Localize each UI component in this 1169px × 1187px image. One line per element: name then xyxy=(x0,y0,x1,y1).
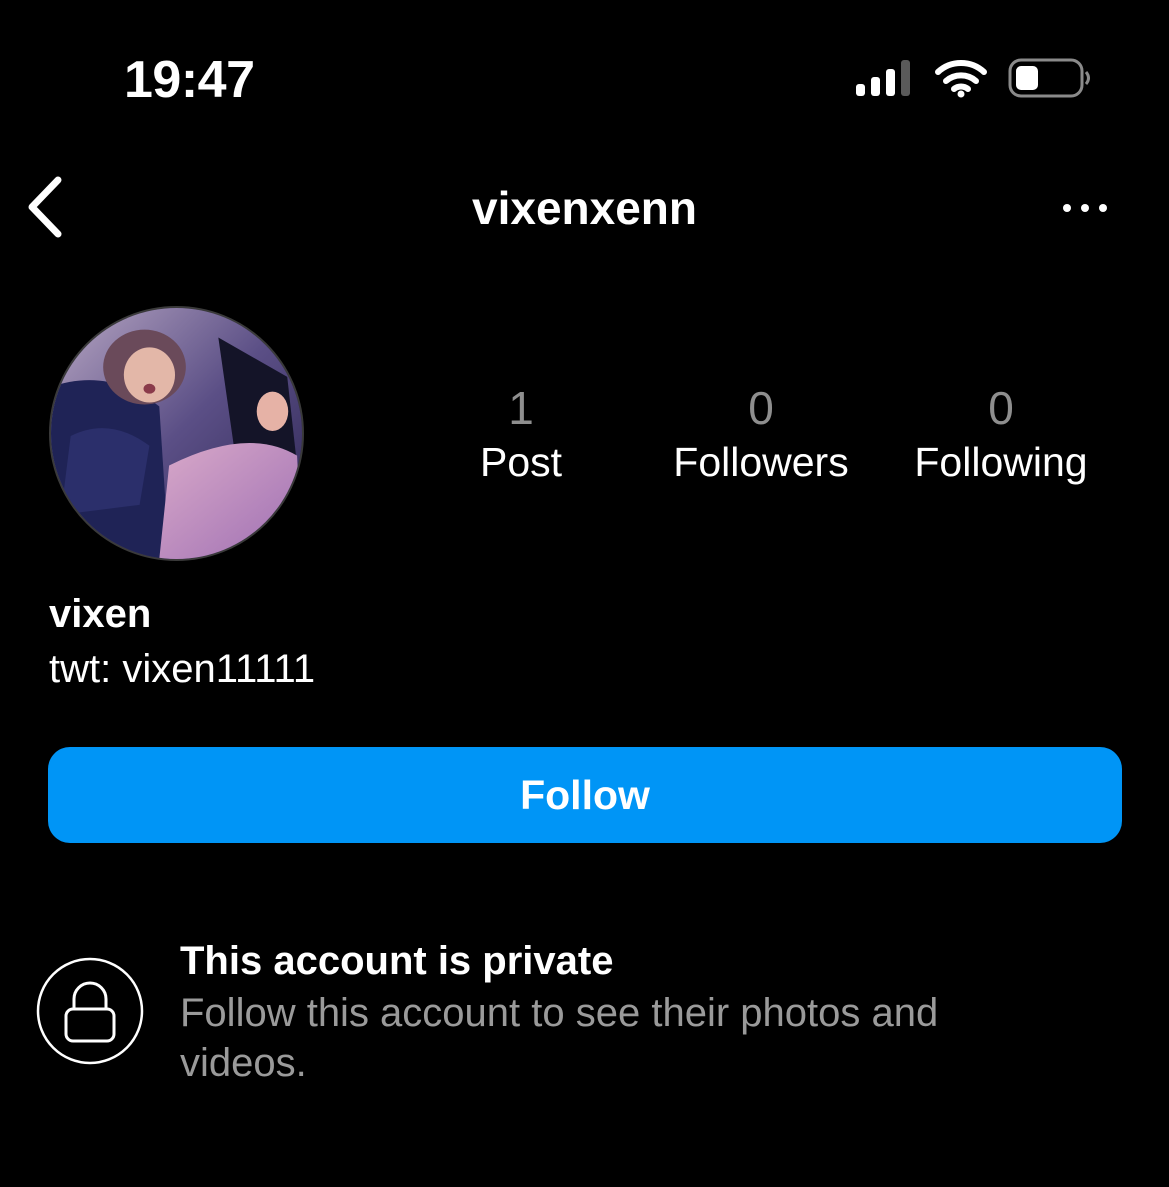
battery-icon xyxy=(1008,58,1090,98)
avatar-photo xyxy=(51,308,302,559)
posts-stat[interactable]: 1 Post xyxy=(411,380,631,488)
following-stat[interactable]: 0 Following xyxy=(891,380,1111,488)
following-count: 0 xyxy=(988,382,1014,434)
followers-label: Followers xyxy=(673,439,849,485)
more-options-icon[interactable] xyxy=(1056,188,1116,228)
cellular-signal-icon xyxy=(856,60,910,96)
status-time: 19:47 xyxy=(124,51,255,109)
posts-label: Post xyxy=(479,439,563,485)
profile-username: vixenxenn xyxy=(472,182,697,234)
posts-count: 1 xyxy=(508,382,534,434)
follow-button[interactable]: Follow xyxy=(48,747,1122,843)
avatar[interactable] xyxy=(49,306,304,561)
private-account-description: Follow this account to see their photos … xyxy=(180,991,939,1085)
display-name: vixen xyxy=(49,592,152,636)
bio-text: twt: vixen11111 xyxy=(49,647,316,691)
wifi-icon xyxy=(935,60,987,98)
followers-stat[interactable]: 0 Followers xyxy=(651,380,871,488)
following-label: Following xyxy=(914,439,1088,485)
followers-count: 0 xyxy=(748,382,774,434)
lock-icon xyxy=(36,957,144,1065)
private-account-title: This account is private xyxy=(180,939,614,983)
